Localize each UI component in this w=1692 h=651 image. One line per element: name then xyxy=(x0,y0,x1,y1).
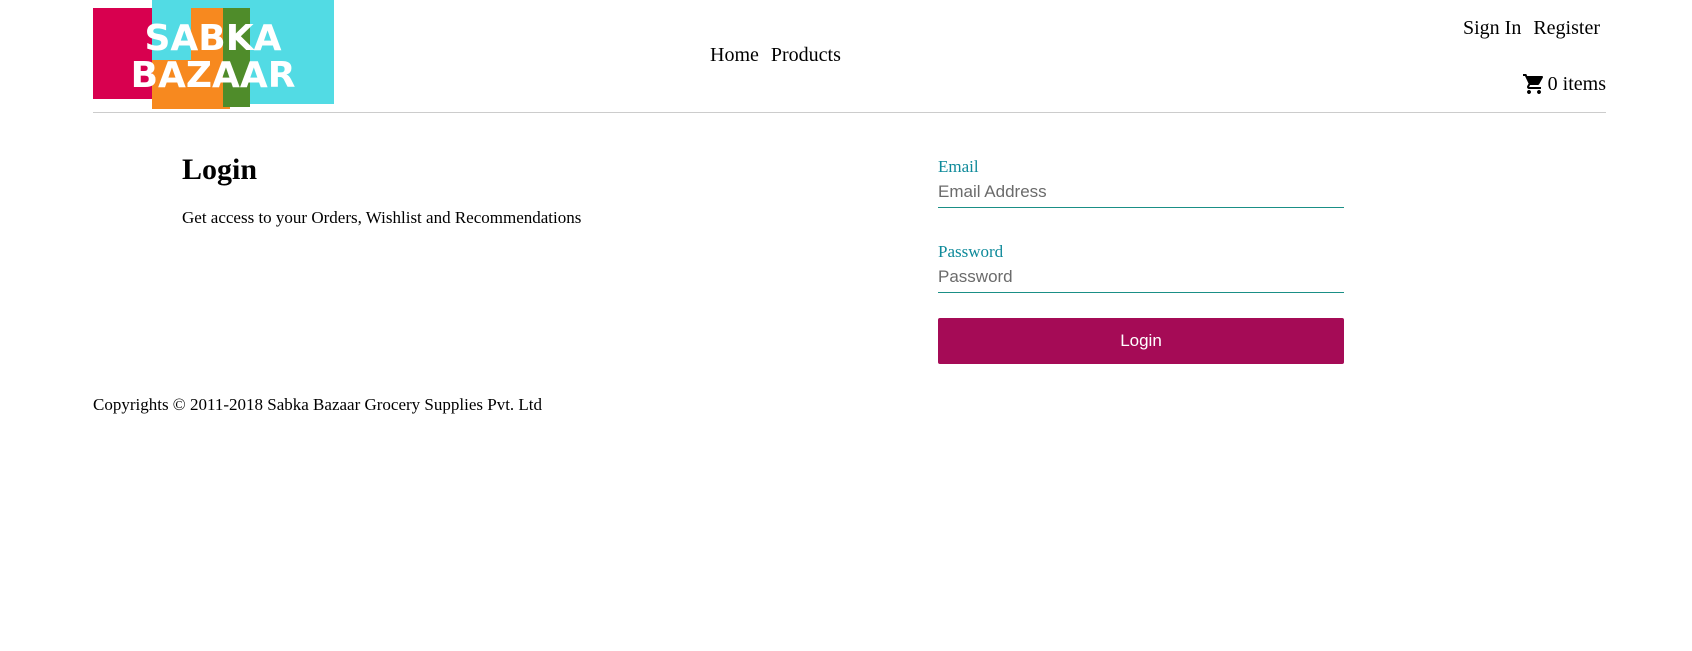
page-title: Login xyxy=(182,153,258,186)
password-group: Password xyxy=(938,242,1344,293)
cart-items-label: items xyxy=(1562,72,1606,95)
header-divider xyxy=(93,112,1606,113)
login-info: Login Get access to your Orders, Wishlis… xyxy=(182,152,581,228)
email-label: Email xyxy=(938,157,979,176)
cart-button[interactable]: 0 items xyxy=(1522,72,1606,96)
cart-count: 0 xyxy=(1547,72,1558,95)
logo[interactable]: SABKA BAZAAR xyxy=(93,0,334,109)
logo-text-line2: BAZAAR xyxy=(131,55,296,96)
register-link[interactable]: Register xyxy=(1533,17,1600,40)
nav-home-link[interactable]: Home xyxy=(710,44,759,67)
password-label: Password xyxy=(938,242,1004,261)
login-description: Get access to your Orders, Wishlist and … xyxy=(182,208,582,227)
email-group: Email xyxy=(938,157,1344,208)
footer-copyright: Copyrights © 2011-2018 Sabka Bazaar Groc… xyxy=(93,395,543,414)
sign-in-link[interactable]: Sign In xyxy=(1463,17,1521,40)
cart-summary: 0 items xyxy=(1548,73,1606,96)
auth-links: Sign In Register xyxy=(1463,17,1600,40)
login-form: Email Password Login xyxy=(938,157,1344,364)
page: SABKA BAZAAR Home Products Sign In Regis… xyxy=(0,0,1692,651)
password-input[interactable] xyxy=(938,263,1344,293)
cart-icon xyxy=(1522,74,1543,94)
login-button[interactable]: Login xyxy=(938,318,1344,364)
nav-products-link[interactable]: Products xyxy=(771,44,841,67)
main-nav: Home Products xyxy=(710,44,841,67)
email-input[interactable] xyxy=(938,178,1344,208)
logo-text-line1: SABKA xyxy=(145,18,282,59)
logo-graphic: SABKA BAZAAR xyxy=(93,0,334,109)
